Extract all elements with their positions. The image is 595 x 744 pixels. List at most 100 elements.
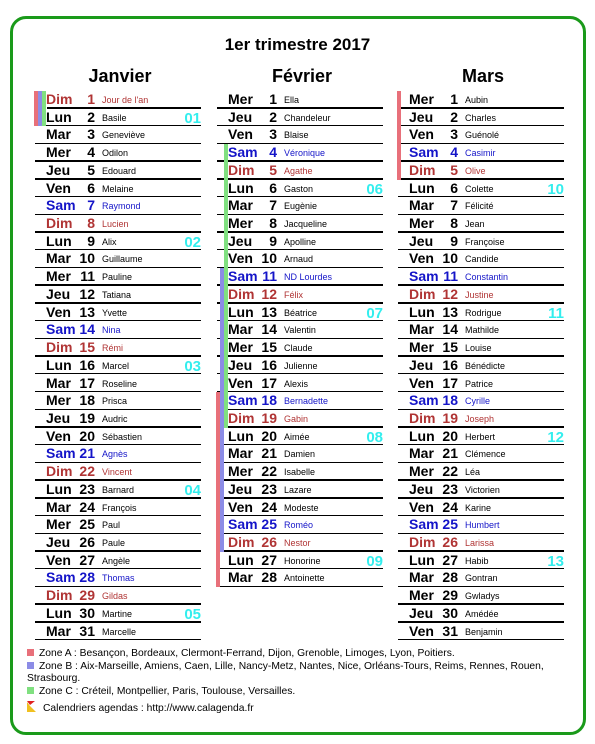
saint-name: Eugènie <box>284 201 318 212</box>
saint-name: Françoise <box>465 236 505 247</box>
day-name: Dim <box>46 463 73 480</box>
day-name: Ven <box>46 551 71 568</box>
day-name: Mar <box>228 569 253 586</box>
day-row: Ven 10 Arnaud <box>217 250 383 269</box>
saint-name: Roseline <box>102 378 138 389</box>
day-row: Lun 6 Gaston 06 <box>217 180 383 198</box>
saint-name: Larissa <box>465 538 495 548</box>
day-number: 28 <box>79 569 95 586</box>
day-name: Jeu <box>46 409 71 426</box>
day-name: Dim <box>228 409 255 426</box>
day-name: Jeu <box>409 232 434 249</box>
day-number: 13 <box>442 303 458 320</box>
day-number: 22 <box>442 463 458 480</box>
day-number: 1 <box>269 91 277 107</box>
legend-zone-b-text: Zone B : Aix-Marseille, Amiens, Caen, Li… <box>27 660 544 685</box>
day-name: Lun <box>46 604 72 621</box>
zone-b-swatch <box>27 661 34 669</box>
day-name: Dim <box>46 339 73 356</box>
day-row: Lun 30 Martine 05 <box>35 605 201 623</box>
credit-link[interactable]: Calendriers agendas : http://www.calagen… <box>43 703 254 714</box>
day-row: Jeu 2 Chandeleur <box>217 109 383 127</box>
day-row: Lun 6 Colette 10 <box>398 180 564 198</box>
saint-name: Gildas <box>102 591 128 602</box>
day-number: 8 <box>450 215 458 232</box>
row-divider <box>35 638 201 641</box>
day-number: 5 <box>269 161 277 178</box>
day-row: Lun 27 Honorine 09 <box>217 552 383 570</box>
day-number: 25 <box>442 516 458 533</box>
day-name: Mer <box>228 215 253 232</box>
day-name: Lun <box>228 303 254 320</box>
saint-name: Ella <box>284 95 300 105</box>
day-row: Mar 3 Geneviève <box>35 126 201 145</box>
day-row: Ven 13 Yvette <box>35 304 201 322</box>
day-name: Ven <box>228 126 253 143</box>
page-title: 1er trimestre 2017 <box>224 35 371 54</box>
day-name: Lun <box>409 551 435 568</box>
day-number: 17 <box>442 374 458 391</box>
day-row: Mer 15 Louise <box>398 339 564 357</box>
day-number: 18 <box>261 392 277 409</box>
saint-name: Joseph <box>465 413 495 424</box>
saint-name: François <box>102 502 137 513</box>
day-name: Sam <box>46 321 76 338</box>
day-row: Mar 21 Damien <box>217 445 383 464</box>
saint-name: Marcel <box>102 360 130 371</box>
day-name: Dim <box>46 587 73 604</box>
day-name: Mar <box>409 321 434 338</box>
day-name: Sam <box>228 516 258 533</box>
day-row: Mer 15 Claude <box>217 339 383 357</box>
day-number: 4 <box>269 144 277 161</box>
day-row: Sam 4 Casimir <box>398 144 564 162</box>
day-name: Lun <box>409 427 435 444</box>
zone-a-swatch <box>27 649 34 656</box>
saint-name: Agnès <box>102 449 128 460</box>
row-divider <box>398 638 564 641</box>
day-number: 19 <box>442 409 458 426</box>
day-number: 23 <box>442 480 458 497</box>
day-name: Mer <box>46 516 71 533</box>
saint-name: Claude <box>284 343 313 354</box>
day-row: Ven 20 Sébastien <box>35 428 201 446</box>
month-name: Février <box>271 66 333 86</box>
day-number: 16 <box>261 356 277 373</box>
day-row: Mar 7 Eugènie <box>217 197 383 215</box>
saint-name: Guénolé <box>465 130 500 141</box>
legend-credit[interactable]: Calendriers agendas : http://www.calagen… <box>27 701 567 716</box>
day-name: Dim <box>228 534 255 550</box>
saint-name: Colette <box>465 183 494 194</box>
day-row: Mer 22 Léa <box>398 463 564 481</box>
day-number: 13 <box>261 303 277 320</box>
day-number: 11 <box>80 268 95 285</box>
day-row: Mar 7 Félicité <box>398 197 564 215</box>
saint-name: Bernadette <box>284 396 329 407</box>
saint-name: Habib <box>465 555 489 566</box>
saint-name: Louise <box>465 343 492 354</box>
day-name: Mar <box>46 498 71 515</box>
day-number: 6 <box>450 179 458 196</box>
day-name: Mer <box>228 463 253 480</box>
zone-c-swatch <box>27 686 34 694</box>
day-name: Mer <box>409 339 434 356</box>
saint-name: Alix <box>102 236 117 247</box>
day-number: 23 <box>261 480 277 497</box>
day-row: Lun 20 Aimée 08 <box>217 428 383 446</box>
day-name: Lun <box>46 108 72 125</box>
day-name: Jeu <box>228 480 253 497</box>
day-row: Jeu 16 Julienne <box>217 357 383 375</box>
saint-name: Apolline <box>284 236 317 247</box>
saint-name: Blaise <box>284 130 309 141</box>
day-name: Lun <box>228 551 254 568</box>
day-number: 22 <box>79 463 95 480</box>
day-row: Lun 13 Rodrigue 11 <box>398 304 564 322</box>
saint-name: Rémi <box>102 343 124 354</box>
day-row: Sam 14 Nina <box>35 321 201 340</box>
day-row: Jeu 2 Charles <box>398 109 564 127</box>
day-name: Jeu <box>409 108 434 125</box>
day-name: Mar <box>228 197 253 214</box>
day-number: 26 <box>79 534 95 550</box>
saint-name: Cyrille <box>465 396 491 407</box>
day-name: Mer <box>228 339 253 356</box>
day-row: Sam 11 Constantin <box>398 268 564 286</box>
